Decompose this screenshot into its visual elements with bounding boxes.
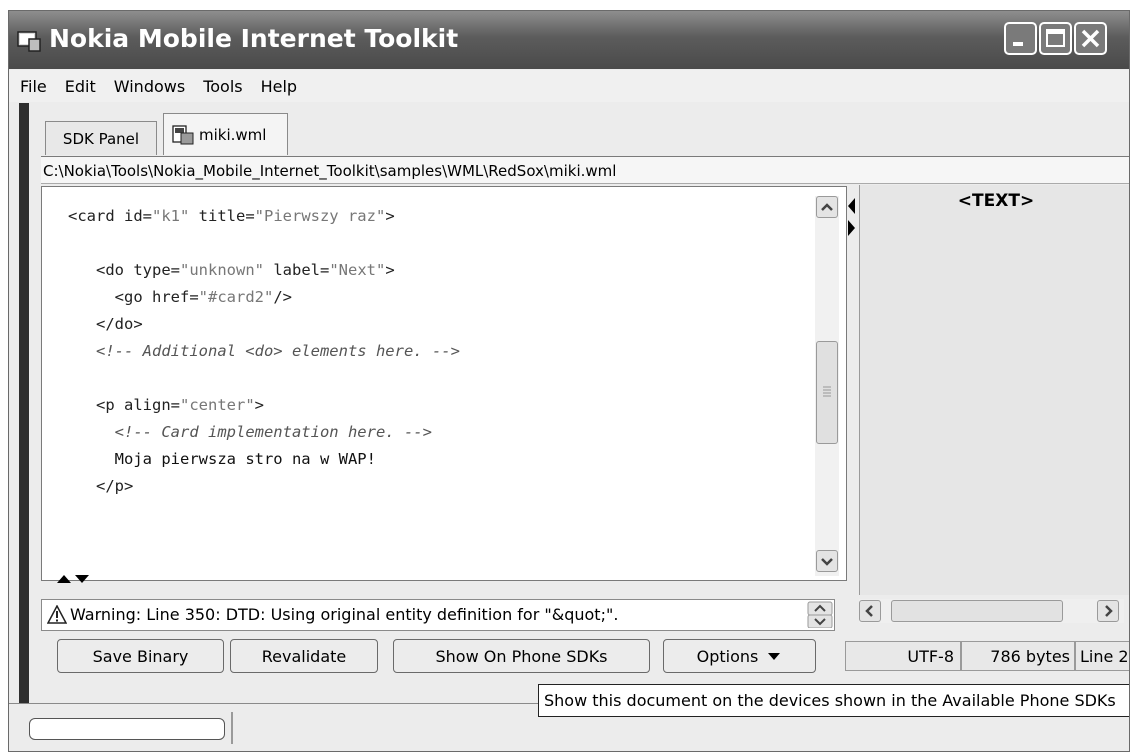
menu-windows[interactable]: Windows [105, 77, 194, 96]
minimize-icon [1013, 42, 1023, 46]
preview-panel: <TEXT> [859, 185, 1129, 595]
preview-title: <TEXT> [957, 191, 1035, 211]
tab-label: SDK Panel [62, 129, 140, 148]
code-line: <!-- Additional <do> elements here. --> [96, 342, 460, 360]
editor-scrollbar[interactable] [815, 196, 839, 576]
menu-help[interactable]: Help [252, 77, 306, 96]
grip-icon [823, 386, 831, 397]
revalidate-button[interactable]: Revalidate [230, 639, 378, 673]
app-icon [17, 31, 41, 52]
chevron-left-icon [865, 605, 873, 617]
app-window: Nokia Mobile Internet Toolkit File Edit … [8, 10, 1130, 752]
save-binary-label: Save Binary [92, 646, 189, 666]
minimize-button[interactable] [1004, 22, 1037, 55]
hscroll-thumb[interactable] [891, 600, 1063, 622]
save-binary-button[interactable]: Save Binary [57, 639, 224, 673]
close-button[interactable] [1074, 22, 1107, 55]
scroll-up-button[interactable] [816, 196, 838, 218]
revalidate-label: Revalidate [261, 646, 347, 666]
code-line: </p> [96, 477, 134, 495]
code-content: <card id="k1" title="Pierwszy raz"> <do … [68, 203, 460, 500]
scroll-down-button[interactable] [816, 550, 838, 572]
split-resize-arrows[interactable] [55, 573, 95, 585]
panel-split-arrows[interactable] [845, 196, 859, 240]
show-on-phone-label: Show On Phone SDKs [435, 646, 608, 666]
menu-edit[interactable]: Edit [56, 77, 105, 96]
title-bar: Nokia Mobile Internet Toolkit [9, 11, 1129, 69]
warning-text: Warning: Line 350: DTD: Using original e… [70, 605, 619, 624]
status-divider [231, 712, 233, 744]
tab-label: miki.wml [199, 125, 267, 144]
code-line: <go href="#card2"/> [114, 288, 292, 306]
code-line: <!-- Card implementation here. --> [114, 423, 432, 441]
code-line: <card id="k1" title="Pierwszy raz"> [68, 207, 395, 225]
scroll-right-button[interactable] [1097, 600, 1119, 622]
maximize-icon [1046, 29, 1065, 47]
scroll-thumb[interactable] [816, 341, 838, 444]
menu-bar: File Edit Windows Tools Help [9, 70, 1129, 102]
chevron-down-icon [768, 653, 781, 660]
chevron-right-icon [1105, 605, 1113, 617]
chevron-down-icon [821, 558, 833, 566]
warning-message[interactable]: Warning: Line 350: DTD: Using original e… [41, 599, 835, 631]
code-line: </do> [96, 315, 143, 333]
code-line: Moja pierwsza stro na w WAP! [114, 450, 376, 468]
code-line: <do type="unknown" label="Next"> [96, 261, 395, 279]
tab-sdk-panel[interactable]: SDK Panel [45, 121, 157, 155]
file-path: C:\Nokia\Tools\Nokia_Mobile_Internet_Too… [41, 156, 1129, 184]
left-rail [19, 103, 29, 703]
chevron-up-icon [821, 203, 833, 211]
tab-miki-wml[interactable]: miki.wml [163, 113, 288, 155]
menu-tools[interactable]: Tools [194, 77, 251, 96]
progress-indicator [29, 718, 225, 740]
document-icon [172, 124, 194, 144]
preview-hscrollbar[interactable] [859, 599, 1124, 623]
code-editor[interactable]: <card id="k1" title="Pierwszy raz"> <do … [41, 186, 847, 581]
warning-spinner[interactable] [807, 601, 833, 628]
scroll-left-button[interactable] [859, 600, 881, 622]
window-title: Nokia Mobile Internet Toolkit [49, 24, 459, 53]
close-icon [1081, 29, 1100, 48]
tooltip: Show this document on the devices shown … [538, 684, 1129, 717]
line-status: Line 2 [1075, 641, 1129, 671]
show-on-phone-button[interactable]: Show On Phone SDKs [393, 639, 650, 673]
size-status: 786 bytes [961, 641, 1075, 671]
maximize-button[interactable] [1039, 22, 1072, 55]
options-label: Options [696, 646, 759, 666]
options-button[interactable]: Options [663, 639, 816, 673]
warning-icon [47, 605, 67, 624]
code-line: <p align="center"> [96, 396, 264, 414]
encoding-status: UTF-8 [845, 641, 961, 671]
menu-file[interactable]: File [11, 77, 56, 96]
